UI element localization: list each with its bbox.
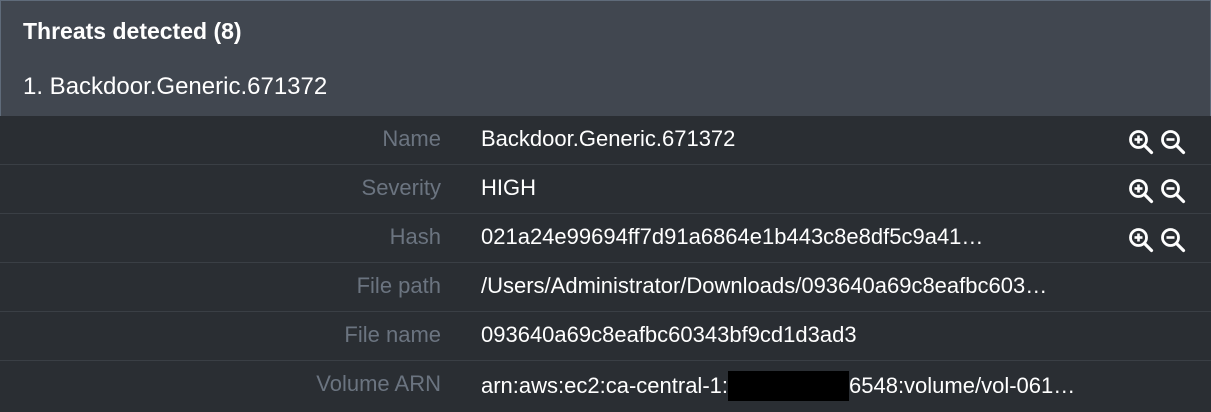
- detail-value: /Users/Administrator/Downloads/093640a69…: [481, 273, 1048, 298]
- detail-label: Name: [382, 126, 441, 151]
- detail-label: Severity: [361, 175, 441, 200]
- threat-details: Name Backdoor.Generic.671372 Severity HI…: [0, 116, 1211, 410]
- threats-panel: Threats detected (8) 1. Backdoor.Generic…: [0, 0, 1211, 412]
- detail-row-volume-arn: Volume ARN arn:aws:ec2:ca-central-1: 6548…: [0, 361, 1211, 410]
- detail-value: arn:aws:ec2:ca-central-1: 6548:volume/vol…: [481, 371, 1075, 401]
- filter-actions: [1127, 128, 1191, 156]
- zoom-out-icon[interactable]: [1159, 177, 1187, 205]
- detail-label: Hash: [389, 224, 441, 249]
- detail-label: Volume ARN: [316, 371, 441, 396]
- redaction-box: [728, 371, 849, 401]
- detail-row-name: Name Backdoor.Generic.671372: [0, 116, 1211, 165]
- zoom-in-icon[interactable]: [1127, 177, 1155, 205]
- zoom-in-icon[interactable]: [1127, 128, 1155, 156]
- detail-row-file-name: File name 093640a69c8eafbc60343bf9cd1d3a…: [0, 312, 1211, 361]
- detail-row-severity: Severity HIGH: [0, 165, 1211, 214]
- arn-prefix: arn:aws:ec2:ca-central-1:: [481, 373, 728, 398]
- threat-item-title: 1. Backdoor.Generic.671372: [23, 73, 328, 100]
- detail-value: Backdoor.Generic.671372: [481, 126, 736, 151]
- arn-suffix: 6548:volume/vol-061…: [849, 373, 1076, 398]
- filter-actions: [1127, 177, 1191, 205]
- threats-title: Threats detected (8): [23, 18, 242, 44]
- filter-actions: [1127, 226, 1191, 254]
- detail-row-hash: Hash 021a24e99694ff7d91a6864e1b443c8e8df…: [0, 214, 1211, 263]
- zoom-in-icon[interactable]: [1127, 226, 1155, 254]
- detail-value: 021a24e99694ff7d91a6864e1b443c8e8df5c9a4…: [481, 224, 984, 249]
- detail-value: 093640a69c8eafbc60343bf9cd1d3ad3: [481, 322, 857, 347]
- detail-label: File name: [344, 322, 441, 347]
- zoom-out-icon[interactable]: [1159, 128, 1187, 156]
- zoom-out-icon[interactable]: [1159, 226, 1187, 254]
- detail-value: HIGH: [481, 175, 536, 200]
- detail-row-file-path: File path /Users/Administrator/Downloads…: [0, 263, 1211, 312]
- detail-label: File path: [356, 273, 441, 298]
- threats-header: Threats detected (8) 1. Backdoor.Generic…: [0, 0, 1211, 116]
